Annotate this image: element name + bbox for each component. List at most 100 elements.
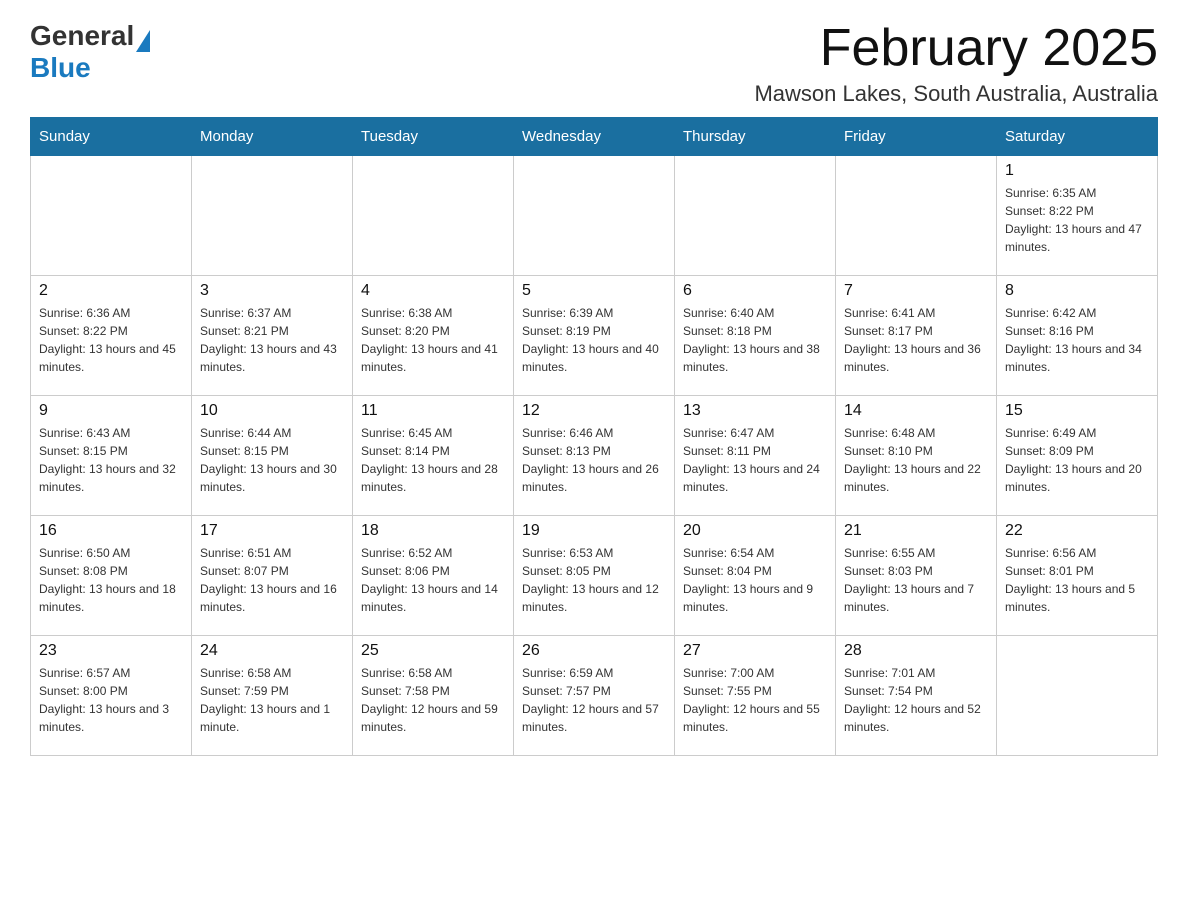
- header-tuesday: Tuesday: [353, 118, 514, 156]
- day-info: Sunrise: 6:44 AM Sunset: 8:15 PM Dayligh…: [200, 424, 344, 496]
- day-number: 27: [683, 642, 827, 660]
- day-cell: 2 Sunrise: 6:36 AM Sunset: 8:22 PM Daylig…: [31, 276, 192, 396]
- day-info: Sunrise: 6:59 AM Sunset: 7:57 PM Dayligh…: [522, 664, 666, 736]
- day-cell: 1 Sunrise: 6:35 AM Sunset: 8:22 PM Daylig…: [997, 156, 1158, 276]
- header-saturday: Saturday: [997, 118, 1158, 156]
- calendar-header: Sunday Monday Tuesday Wednesday Thursday…: [31, 118, 1158, 156]
- day-cell: 6 Sunrise: 6:40 AM Sunset: 8:18 PM Daylig…: [675, 276, 836, 396]
- day-number: 10: [200, 402, 344, 420]
- day-number: 12: [522, 402, 666, 420]
- day-cell: 7 Sunrise: 6:41 AM Sunset: 8:17 PM Daylig…: [836, 276, 997, 396]
- logo-text-block: General Blue: [30, 20, 150, 84]
- day-info: Sunrise: 6:37 AM Sunset: 8:21 PM Dayligh…: [200, 304, 344, 376]
- day-number: 28: [844, 642, 988, 660]
- calendar-subtitle: Mawson Lakes, South Australia, Australia: [754, 81, 1158, 107]
- day-info: Sunrise: 6:43 AM Sunset: 8:15 PM Dayligh…: [39, 424, 183, 496]
- day-cell: 25 Sunrise: 6:58 AM Sunset: 7:58 PM Dayli…: [353, 636, 514, 756]
- day-number: 4: [361, 282, 505, 300]
- logo-triangle-icon: [136, 30, 150, 52]
- day-number: 2: [39, 282, 183, 300]
- day-cell: 17Sunrise: 6:51 AM Sunset: 8:07 PM Dayli…: [192, 516, 353, 636]
- day-number: 7: [844, 282, 988, 300]
- header-monday: Monday: [192, 118, 353, 156]
- week-row-2: 2 Sunrise: 6:36 AM Sunset: 8:22 PM Daylig…: [31, 276, 1158, 396]
- week-row-3: 9Sunrise: 6:43 AM Sunset: 8:15 PM Daylig…: [31, 396, 1158, 516]
- header-thursday: Thursday: [675, 118, 836, 156]
- day-number: 6: [683, 282, 827, 300]
- day-number: 22: [1005, 522, 1149, 540]
- day-info: Sunrise: 6:40 AM Sunset: 8:18 PM Dayligh…: [683, 304, 827, 376]
- day-info: Sunrise: 6:58 AM Sunset: 7:59 PM Dayligh…: [200, 664, 344, 736]
- day-cell: 22Sunrise: 6:56 AM Sunset: 8:01 PM Dayli…: [997, 516, 1158, 636]
- day-cell: 14 Sunrise: 6:48 AM Sunset: 8:10 PM Dayli…: [836, 396, 997, 516]
- day-number: 5: [522, 282, 666, 300]
- day-cell: [31, 156, 192, 276]
- day-cell: 4 Sunrise: 6:38 AM Sunset: 8:20 PM Daylig…: [353, 276, 514, 396]
- day-info: Sunrise: 6:46 AM Sunset: 8:13 PM Dayligh…: [522, 424, 666, 496]
- day-info: Sunrise: 6:58 AM Sunset: 7:58 PM Dayligh…: [361, 664, 505, 736]
- day-number: 24: [200, 642, 344, 660]
- day-cell: 21 Sunrise: 6:55 AM Sunset: 8:03 PM Dayli…: [836, 516, 997, 636]
- weekday-header-row: Sunday Monday Tuesday Wednesday Thursday…: [31, 118, 1158, 156]
- header-friday: Friday: [836, 118, 997, 156]
- day-cell: 16Sunrise: 6:50 AM Sunset: 8:08 PM Dayli…: [31, 516, 192, 636]
- day-info: Sunrise: 6:42 AM Sunset: 8:16 PM Dayligh…: [1005, 304, 1149, 376]
- day-cell: 23 Sunrise: 6:57 AM Sunset: 8:00 PM Dayli…: [31, 636, 192, 756]
- day-number: 17: [200, 522, 344, 540]
- calendar-table: Sunday Monday Tuesday Wednesday Thursday…: [30, 117, 1158, 756]
- day-number: 15: [1005, 402, 1149, 420]
- logo: General Blue: [30, 20, 150, 84]
- day-number: 8: [1005, 282, 1149, 300]
- day-cell: 15 Sunrise: 6:49 AM Sunset: 8:09 PM Dayli…: [997, 396, 1158, 516]
- day-number: 3: [200, 282, 344, 300]
- day-cell: [353, 156, 514, 276]
- day-info: Sunrise: 6:57 AM Sunset: 8:00 PM Dayligh…: [39, 664, 183, 736]
- day-info: Sunrise: 6:53 AM Sunset: 8:05 PM Dayligh…: [522, 544, 666, 616]
- day-info: Sunrise: 6:48 AM Sunset: 8:10 PM Dayligh…: [844, 424, 988, 496]
- week-row-5: 23 Sunrise: 6:57 AM Sunset: 8:00 PM Dayli…: [31, 636, 1158, 756]
- day-info: Sunrise: 6:41 AM Sunset: 8:17 PM Dayligh…: [844, 304, 988, 376]
- day-cell: [836, 156, 997, 276]
- day-info: Sunrise: 6:54 AM Sunset: 8:04 PM Dayligh…: [683, 544, 827, 616]
- day-cell: 26 Sunrise: 6:59 AM Sunset: 7:57 PM Dayli…: [514, 636, 675, 756]
- day-number: 16: [39, 522, 183, 540]
- day-info: Sunrise: 6:52 AM Sunset: 8:06 PM Dayligh…: [361, 544, 505, 616]
- day-info: Sunrise: 7:01 AM Sunset: 7:54 PM Dayligh…: [844, 664, 988, 736]
- day-info: Sunrise: 7:00 AM Sunset: 7:55 PM Dayligh…: [683, 664, 827, 736]
- day-number: 13: [683, 402, 827, 420]
- header-sunday: Sunday: [31, 118, 192, 156]
- day-cell: [997, 636, 1158, 756]
- day-info: Sunrise: 6:38 AM Sunset: 8:20 PM Dayligh…: [361, 304, 505, 376]
- day-cell: 3 Sunrise: 6:37 AM Sunset: 8:21 PM Daylig…: [192, 276, 353, 396]
- day-info: Sunrise: 6:36 AM Sunset: 8:22 PM Dayligh…: [39, 304, 183, 376]
- logo-general-text: General: [30, 20, 134, 52]
- day-info: Sunrise: 6:45 AM Sunset: 8:14 PM Dayligh…: [361, 424, 505, 496]
- day-info: Sunrise: 6:35 AM Sunset: 8:22 PM Dayligh…: [1005, 184, 1149, 256]
- day-cell: 27 Sunrise: 7:00 AM Sunset: 7:55 PM Dayli…: [675, 636, 836, 756]
- day-number: 21: [844, 522, 988, 540]
- day-number: 20: [683, 522, 827, 540]
- logo-blue-text: Blue: [30, 52, 91, 84]
- day-cell: [514, 156, 675, 276]
- day-number: 25: [361, 642, 505, 660]
- day-number: 19: [522, 522, 666, 540]
- day-number: 26: [522, 642, 666, 660]
- day-info: Sunrise: 6:55 AM Sunset: 8:03 PM Dayligh…: [844, 544, 988, 616]
- day-cell: 13Sunrise: 6:47 AM Sunset: 8:11 PM Dayli…: [675, 396, 836, 516]
- day-cell: 10 Sunrise: 6:44 AM Sunset: 8:15 PM Dayli…: [192, 396, 353, 516]
- day-cell: 11Sunrise: 6:45 AM Sunset: 8:14 PM Dayli…: [353, 396, 514, 516]
- day-info: Sunrise: 6:49 AM Sunset: 8:09 PM Dayligh…: [1005, 424, 1149, 496]
- day-number: 1: [1005, 162, 1149, 180]
- day-cell: 24 Sunrise: 6:58 AM Sunset: 7:59 PM Dayli…: [192, 636, 353, 756]
- week-row-4: 16Sunrise: 6:50 AM Sunset: 8:08 PM Dayli…: [31, 516, 1158, 636]
- day-number: 18: [361, 522, 505, 540]
- day-cell: 8 Sunrise: 6:42 AM Sunset: 8:16 PM Daylig…: [997, 276, 1158, 396]
- title-block: February 2025 Mawson Lakes, South Austra…: [754, 20, 1158, 107]
- week-row-1: 1 Sunrise: 6:35 AM Sunset: 8:22 PM Daylig…: [31, 156, 1158, 276]
- day-cell: 9Sunrise: 6:43 AM Sunset: 8:15 PM Daylig…: [31, 396, 192, 516]
- day-cell: 18 Sunrise: 6:52 AM Sunset: 8:06 PM Dayli…: [353, 516, 514, 636]
- day-cell: 19 Sunrise: 6:53 AM Sunset: 8:05 PM Dayli…: [514, 516, 675, 636]
- day-number: 23: [39, 642, 183, 660]
- day-number: 14: [844, 402, 988, 420]
- day-cell: [675, 156, 836, 276]
